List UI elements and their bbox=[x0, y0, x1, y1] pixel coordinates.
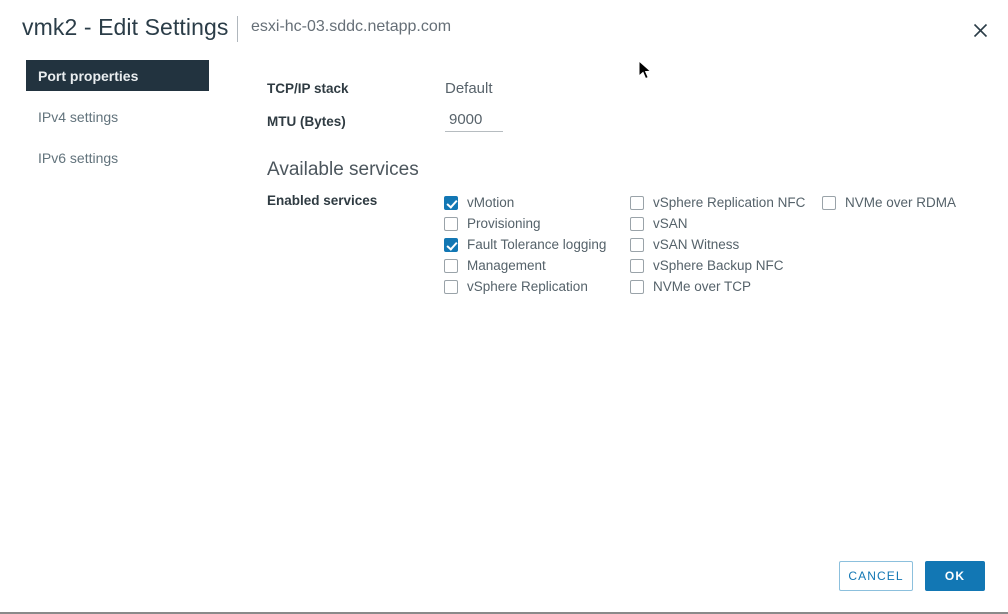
service-checkbox-fault-tolerance-logging[interactable]: Fault Tolerance logging bbox=[444, 234, 606, 255]
service-label: vSphere Replication NFC bbox=[653, 195, 806, 210]
service-label: vSAN bbox=[653, 216, 688, 231]
checkbox-icon[interactable] bbox=[444, 258, 458, 273]
available-services-heading: Available services bbox=[267, 159, 419, 180]
checkbox-icon[interactable] bbox=[822, 195, 836, 210]
dialog-footer: CANCEL OK bbox=[0, 546, 1008, 608]
ok-button[interactable]: OK bbox=[925, 561, 985, 591]
service-checkbox-vmotion[interactable]: vMotion bbox=[444, 192, 606, 213]
service-checkbox-nvme-over-tcp[interactable]: NVMe over TCP bbox=[630, 276, 805, 297]
checkbox-icon[interactable] bbox=[630, 216, 644, 231]
checkbox-icon[interactable] bbox=[630, 258, 644, 273]
checkbox-icon[interactable] bbox=[444, 195, 458, 210]
checkbox-icon[interactable] bbox=[444, 237, 458, 252]
service-label: NVMe over RDMA bbox=[845, 195, 957, 210]
service-label: Management bbox=[467, 258, 546, 273]
service-checkbox-vsphere-replication[interactable]: vSphere Replication bbox=[444, 276, 606, 297]
service-checkbox-management[interactable]: Management bbox=[444, 255, 606, 276]
mtu-label: MTU (Bytes) bbox=[267, 114, 346, 129]
tcpip-stack-value: Default bbox=[445, 80, 493, 97]
checkbox-icon[interactable] bbox=[630, 195, 644, 210]
service-checkbox-vsphere-replication-nfc[interactable]: vSphere Replication NFC bbox=[630, 192, 805, 213]
services-column-1: vMotion Provisioning Fault Tolerance log… bbox=[444, 192, 606, 297]
port-properties-form: TCP/IP stack Default MTU (Bytes) Availab… bbox=[0, 0, 1008, 540]
mtu-input[interactable] bbox=[445, 110, 503, 132]
cancel-button[interactable]: CANCEL bbox=[839, 561, 913, 591]
service-label: Fault Tolerance logging bbox=[467, 237, 607, 252]
service-label: NVMe over TCP bbox=[653, 279, 752, 294]
service-checkbox-provisioning[interactable]: Provisioning bbox=[444, 213, 606, 234]
checkbox-icon[interactable] bbox=[444, 216, 458, 231]
service-label: vSAN Witness bbox=[653, 237, 740, 252]
service-checkbox-vsan-witness[interactable]: vSAN Witness bbox=[630, 234, 805, 255]
tcpip-stack-label: TCP/IP stack bbox=[267, 81, 349, 96]
service-checkbox-vsan[interactable]: vSAN bbox=[630, 213, 805, 234]
enabled-services-label: Enabled services bbox=[267, 193, 378, 208]
service-label: vSphere Backup NFC bbox=[653, 258, 784, 273]
checkbox-icon[interactable] bbox=[630, 237, 644, 252]
edit-settings-dialog: vmk2 - Edit Settings esxi-hc-03.sddc.net… bbox=[0, 0, 1008, 614]
checkbox-icon[interactable] bbox=[630, 279, 644, 294]
service-checkbox-nvme-over-rdma[interactable]: NVMe over RDMA bbox=[822, 192, 956, 213]
service-label: vSphere Replication bbox=[467, 279, 588, 294]
checkbox-icon[interactable] bbox=[444, 279, 458, 294]
service-label: vMotion bbox=[467, 195, 515, 210]
service-checkbox-vsphere-backup-nfc[interactable]: vSphere Backup NFC bbox=[630, 255, 805, 276]
services-column-3: NVMe over RDMA bbox=[822, 192, 956, 213]
services-column-2: vSphere Replication NFC vSAN vSAN Witnes… bbox=[630, 192, 805, 297]
service-label: Provisioning bbox=[467, 216, 541, 231]
